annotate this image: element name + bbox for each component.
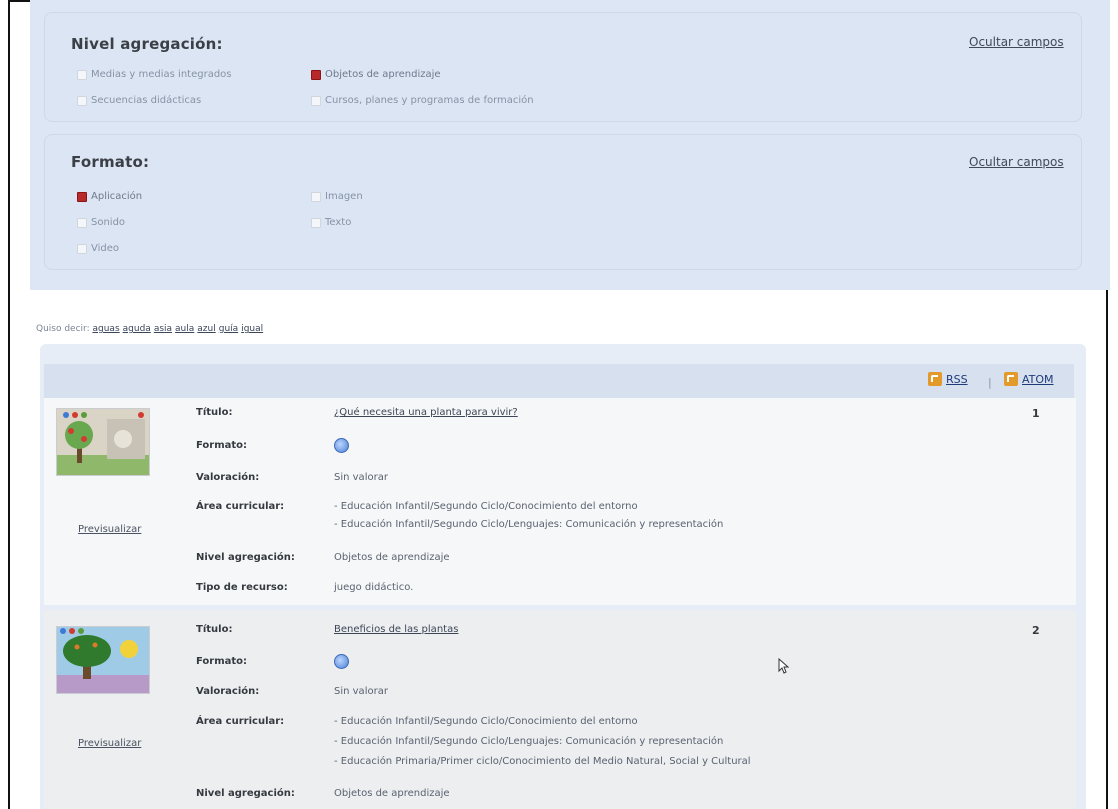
option-imagen[interactable]: Imagen	[311, 191, 363, 202]
rating-value: Sin valorar	[334, 686, 388, 697]
atom-icon	[1004, 372, 1018, 386]
curricular-area-value: - Educación Infantil/Segundo Ciclo/Lengu…	[334, 519, 724, 530]
result-item: Previsualizar Título: ¿Qué necesita una …	[44, 398, 1076, 605]
did-you-mean: Quiso decir: aguas aguda asia aula azul guía i…	[36, 324, 266, 334]
checkbox[interactable]	[77, 69, 87, 80]
result-number: 1	[1032, 407, 1040, 420]
checkbox-checked[interactable]	[311, 69, 321, 80]
aggregation-level-label: Nivel agregación:	[196, 552, 295, 563]
hide-fields-link-nivel[interactable]: Ocultar campos	[969, 35, 1064, 49]
application-format-icon	[334, 654, 349, 669]
checkbox[interactable]	[311, 95, 321, 106]
curricular-area-value: - Educación Infantil/Segundo Ciclo/Conoc…	[334, 716, 638, 727]
formato-panel: Formato: Ocultar campos Aplicación Image…	[44, 134, 1082, 270]
result-number: 2	[1032, 624, 1040, 637]
checkbox[interactable]	[311, 191, 321, 202]
nivel-agregacion-title: Nivel agregación:	[71, 35, 223, 53]
curricular-area-value: - Educación Infantil/Segundo Ciclo/Conoc…	[334, 501, 638, 512]
title-label: Título:	[196, 407, 233, 418]
application-format-icon	[334, 438, 349, 453]
rating-value: Sin valorar	[334, 472, 388, 483]
result-thumbnail[interactable]	[56, 626, 150, 694]
option-sonido[interactable]: Sonido	[77, 217, 125, 228]
rating-label: Valoración:	[196, 472, 260, 483]
curricular-area-value: - Educación Infantil/Segundo Ciclo/Lengu…	[334, 736, 724, 747]
suggestion-link[interactable]: aguas	[93, 324, 120, 334]
format-label: Formato:	[196, 440, 248, 451]
format-label: Formato:	[196, 656, 248, 667]
atom-link[interactable]: ATOM	[1004, 372, 1054, 386]
result-title-link[interactable]: Beneficios de las plantas	[334, 624, 458, 635]
preview-link[interactable]: Previsualizar	[78, 738, 141, 749]
plant-thumbnail-image	[57, 409, 149, 475]
option-aplicacion[interactable]: Aplicación	[77, 191, 142, 202]
rss-icon	[928, 372, 942, 386]
feed-separator: |	[988, 376, 992, 389]
preview-link[interactable]: Previsualizar	[78, 524, 141, 535]
title-label: Título:	[196, 624, 233, 635]
option-cursos-planes[interactable]: Cursos, planes y programas de formación	[311, 95, 534, 106]
suggestion-link[interactable]: azul	[197, 324, 215, 334]
resource-type-value: juego didáctico.	[334, 582, 414, 593]
aggregation-level-value: Objetos de aprendizaje	[334, 788, 450, 799]
checkbox[interactable]	[77, 217, 87, 228]
mouse-cursor-icon	[778, 658, 790, 674]
checkbox-checked[interactable]	[77, 191, 87, 202]
option-secuencias-didacticas[interactable]: Secuencias didácticas	[77, 95, 201, 106]
checkbox[interactable]	[77, 243, 87, 254]
checkbox[interactable]	[311, 217, 321, 228]
did-you-mean-prefix: Quiso decir:	[36, 324, 90, 334]
option-objetos-aprendizaje[interactable]: Objetos de aprendizaje	[311, 69, 441, 80]
result-title-link[interactable]: ¿Qué necesita una planta para vivir?	[334, 407, 518, 418]
curricular-area-label: Área curricular:	[196, 501, 285, 512]
option-texto[interactable]: Texto	[311, 217, 351, 228]
resource-type-label: Tipo de recurso:	[196, 582, 288, 593]
suggestion-link[interactable]: igual	[241, 324, 263, 334]
suggestion-link[interactable]: guía	[219, 324, 238, 334]
tree-thumbnail-image	[57, 627, 149, 693]
option-video[interactable]: Video	[77, 243, 119, 254]
suggestion-link[interactable]: aguda	[123, 324, 151, 334]
curricular-area-label: Área curricular:	[196, 716, 285, 727]
hide-fields-link-formato[interactable]: Ocultar campos	[969, 155, 1064, 169]
result-thumbnail[interactable]	[56, 408, 150, 476]
rating-label: Valoración:	[196, 686, 260, 697]
formato-title: Formato:	[71, 153, 150, 171]
option-medias-integrados[interactable]: Medias y medias integrados	[77, 69, 232, 80]
checkbox[interactable]	[77, 95, 87, 106]
aggregation-level-value: Objetos de aprendizaje	[334, 552, 450, 563]
suggestion-link[interactable]: asia	[154, 324, 172, 334]
suggestion-link[interactable]: aula	[175, 324, 194, 334]
rss-link[interactable]: RSS	[928, 372, 968, 386]
result-item: Previsualizar Título: Beneficios de las …	[44, 610, 1076, 809]
curricular-area-value: - Educación Primaria/Primer ciclo/Conoci…	[334, 756, 751, 767]
aggregation-level-label: Nivel agregación:	[196, 788, 295, 799]
nivel-agregacion-panel: Nivel agregación: Ocultar campos Medias …	[44, 12, 1082, 122]
